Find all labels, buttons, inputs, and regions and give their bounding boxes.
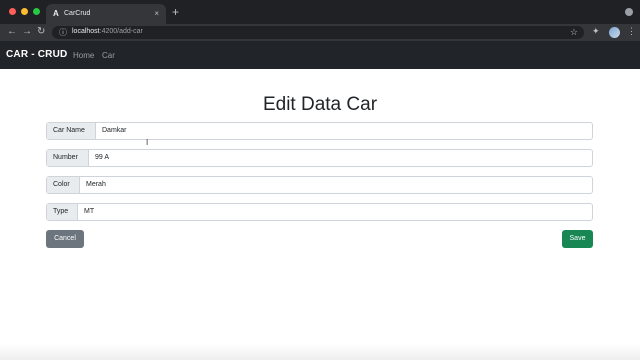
save-button[interactable]: Save (562, 230, 593, 248)
browser-menu-icon[interactable] (625, 8, 633, 16)
angular-favicon-icon: A (53, 9, 59, 18)
bottom-shade (0, 344, 640, 360)
color-field: Color Merah (46, 176, 593, 194)
bookmark-star-icon[interactable]: ☆ (570, 27, 578, 38)
url-text: localhost:4200/add-car (72, 28, 143, 35)
browser-tabstrip: A CarCrud × + (0, 0, 640, 24)
number-input[interactable]: 99 A (95, 150, 109, 166)
profile-avatar-icon[interactable] (609, 27, 620, 38)
type-field: Type MT (46, 203, 593, 221)
site-info-icon[interactable]: ⓘ (59, 27, 67, 38)
navbar-brand[interactable]: CAR - CRUD (6, 49, 67, 60)
nav-link-car[interactable]: Car (102, 51, 115, 60)
address-bar[interactable]: ⓘ localhost:4200/add-car ☆ (52, 26, 584, 39)
color-label: Color (47, 177, 80, 193)
browser-more-icon[interactable]: ⋮ (627, 26, 636, 37)
car-name-field: Car Name Damkar (46, 122, 593, 140)
reload-icon[interactable]: ↻ (37, 26, 45, 37)
maximize-window-button[interactable] (33, 8, 40, 15)
text-cursor-icon: I (146, 138, 149, 147)
color-input[interactable]: Merah (86, 177, 106, 193)
type-input[interactable]: MT (84, 204, 94, 220)
extensions-icon[interactable]: ✦ (592, 26, 600, 37)
browser-tab[interactable]: A CarCrud × (46, 4, 166, 24)
car-name-label: Car Name (47, 123, 96, 139)
number-label: Number (47, 150, 89, 166)
browser-toolbar: ← → ↻ ⓘ localhost:4200/add-car ☆ ✦ ⋮ (0, 24, 640, 41)
tab-close-icon[interactable]: × (154, 9, 159, 18)
type-label: Type (47, 204, 78, 220)
page-title: Edit Data Car (262, 94, 378, 115)
cancel-button[interactable]: Cancel (46, 230, 84, 248)
minimize-window-button[interactable] (21, 8, 28, 15)
car-name-input[interactable]: Damkar (102, 123, 127, 139)
new-tab-icon[interactable]: + (172, 5, 179, 19)
close-window-button[interactable] (9, 8, 16, 15)
nav-link-home[interactable]: Home (73, 51, 94, 60)
number-field: Number 99 A (46, 149, 593, 167)
back-icon[interactable]: ← (7, 26, 17, 37)
forward-icon[interactable]: → (22, 26, 32, 37)
tab-title: CarCrud (64, 10, 91, 17)
app-navbar: CAR - CRUD Home Car (0, 41, 640, 69)
